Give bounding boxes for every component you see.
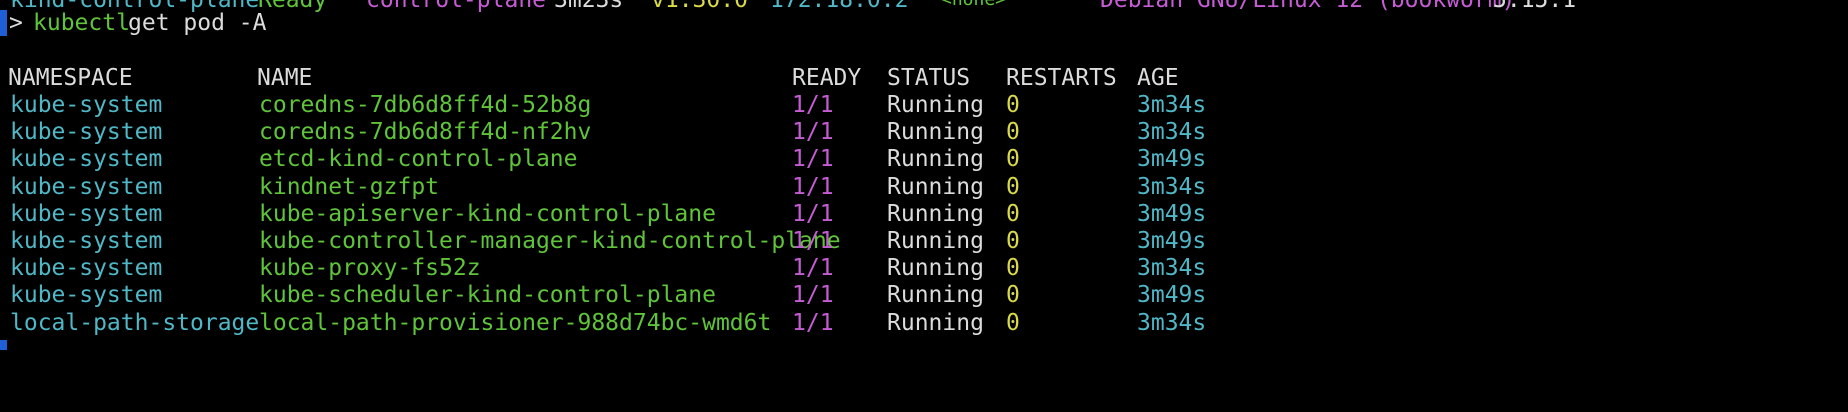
cell-status: Running [887, 309, 984, 336]
cell-namespace: local-path-storage [10, 309, 260, 336]
next-prompt-marker-icon [0, 340, 7, 350]
prompt-marker-icon [0, 10, 7, 36]
prompt-line[interactable]: > kubectl get pod -A [0, 7, 1848, 39]
terminal-window[interactable]: kind-control-plane Ready control-plane 3… [0, 0, 1848, 412]
prompt-symbol: > [9, 10, 23, 36]
cell-restarts: 0 [1006, 309, 1020, 336]
cell-ready: 1/1 [792, 309, 834, 336]
cell-name: local-path-provisioner-988d74bc-wmd6t [259, 309, 772, 336]
command-args: get pod -A [128, 10, 267, 36]
cell-age: 3m34s [1137, 309, 1207, 336]
table-row: local-path-storage local-path-provisioner… [0, 307, 1848, 339]
command-name: kubectl [33, 10, 130, 36]
